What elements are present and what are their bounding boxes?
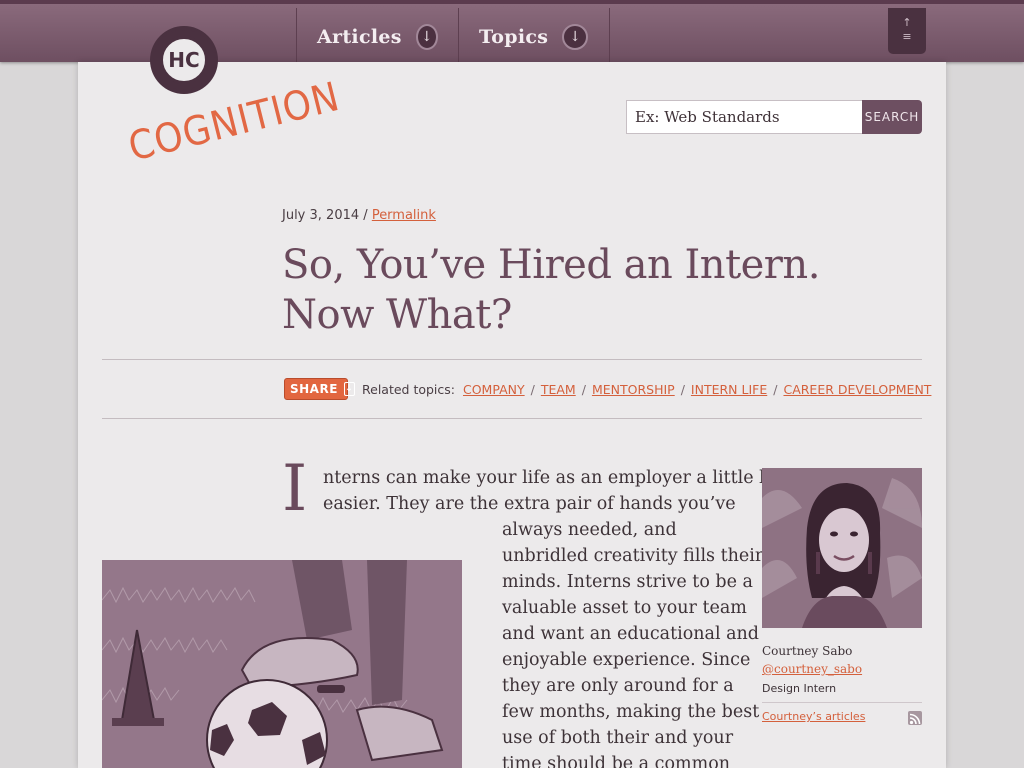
share-label: SHARE bbox=[290, 382, 338, 396]
article-title: So, You’ve Hired an Intern. Now What? bbox=[282, 240, 902, 340]
body-line: minds. Interns strive to be a bbox=[502, 572, 753, 592]
topic-link-team[interactable]: TEAM bbox=[541, 382, 576, 397]
topic-link-intern-life[interactable]: INTERN LIFE bbox=[691, 382, 767, 397]
author-name: Courtney Sabo bbox=[762, 644, 853, 658]
author-articles-link[interactable]: Courtney’s articles bbox=[762, 710, 865, 723]
body-line: time should be a common bbox=[502, 754, 731, 768]
topic-separator: / bbox=[773, 382, 778, 397]
search-input[interactable] bbox=[626, 100, 862, 134]
related-topics-label: Related topics: bbox=[362, 382, 455, 397]
nav-articles-label: Articles bbox=[317, 26, 402, 48]
body-line: valuable asset to your team bbox=[502, 598, 747, 618]
search-form: SEARCH bbox=[626, 100, 922, 134]
body-line: easier. They are the extra pair of hands… bbox=[323, 494, 736, 514]
arrow-down-circle-icon: ↓ bbox=[562, 24, 589, 50]
divider bbox=[102, 359, 922, 360]
arrow-up-icon: ↑ bbox=[902, 16, 912, 29]
share-button[interactable]: SHARE ↓ bbox=[284, 378, 355, 400]
body-line: they are only around for a bbox=[502, 676, 734, 696]
divider bbox=[102, 418, 922, 419]
article-illustration bbox=[102, 560, 462, 768]
article-title-line-2: Now What? bbox=[282, 292, 512, 338]
body-line: few months, making the best bbox=[502, 702, 760, 722]
body-line: nterns can make your life as an employer… bbox=[323, 468, 783, 488]
logo-monogram: HC bbox=[160, 36, 208, 84]
topic-link-career-development[interactable]: CAREER DEVELOPMENT bbox=[783, 382, 931, 397]
drop-cap: I bbox=[282, 452, 308, 526]
related-topics: Related topics: COMPANY / TEAM / MENTORSHIP /… bbox=[362, 382, 931, 397]
author-role: Design Intern bbox=[762, 682, 837, 695]
body-line: unbridled creativity fills their bbox=[502, 546, 764, 566]
body-line: enjoyable experience. Since bbox=[502, 650, 751, 670]
topic-separator: / bbox=[581, 382, 586, 397]
main-nav: Articles ↓ Topics ↓ bbox=[296, 8, 610, 66]
search-button[interactable]: SEARCH bbox=[862, 100, 922, 134]
body-line: use of both their and your bbox=[502, 728, 734, 748]
rss-icon-glyph bbox=[909, 713, 921, 725]
permalink-link[interactable]: Permalink bbox=[372, 208, 436, 223]
article-title-line-1: So, You’ve Hired an Intern. bbox=[282, 242, 820, 288]
author-twitter-link[interactable]: @courtney_sabo bbox=[762, 662, 862, 676]
body-line: always needed, and bbox=[502, 520, 677, 540]
arrow-down-circle-icon: ↓ bbox=[415, 24, 438, 50]
meta-separator: / bbox=[363, 208, 368, 223]
body-line: and want an educational and bbox=[502, 624, 760, 644]
arrow-down-icon: ↓ bbox=[343, 382, 355, 396]
divider bbox=[762, 702, 922, 703]
author-avatar bbox=[762, 468, 922, 628]
nav-articles[interactable]: Articles ↓ bbox=[296, 8, 458, 66]
article-meta: July 3, 2014 / Permalink bbox=[282, 208, 436, 223]
menu-icon: ≡ bbox=[902, 30, 912, 43]
article-date: July 3, 2014 bbox=[282, 208, 360, 223]
author-photo bbox=[762, 468, 922, 628]
topic-link-company[interactable]: COMPANY bbox=[463, 382, 525, 397]
topic-link-mentorship[interactable]: MENTORSHIP bbox=[592, 382, 675, 397]
menu-button[interactable]: ↑ ≡ bbox=[888, 8, 926, 54]
soccer-illustration bbox=[102, 560, 462, 768]
nav-topics-label: Topics bbox=[479, 26, 549, 48]
topic-separator: / bbox=[530, 382, 535, 397]
topic-separator: / bbox=[680, 382, 685, 397]
rss-icon[interactable] bbox=[908, 711, 922, 725]
nav-topics[interactable]: Topics ↓ bbox=[458, 8, 610, 66]
